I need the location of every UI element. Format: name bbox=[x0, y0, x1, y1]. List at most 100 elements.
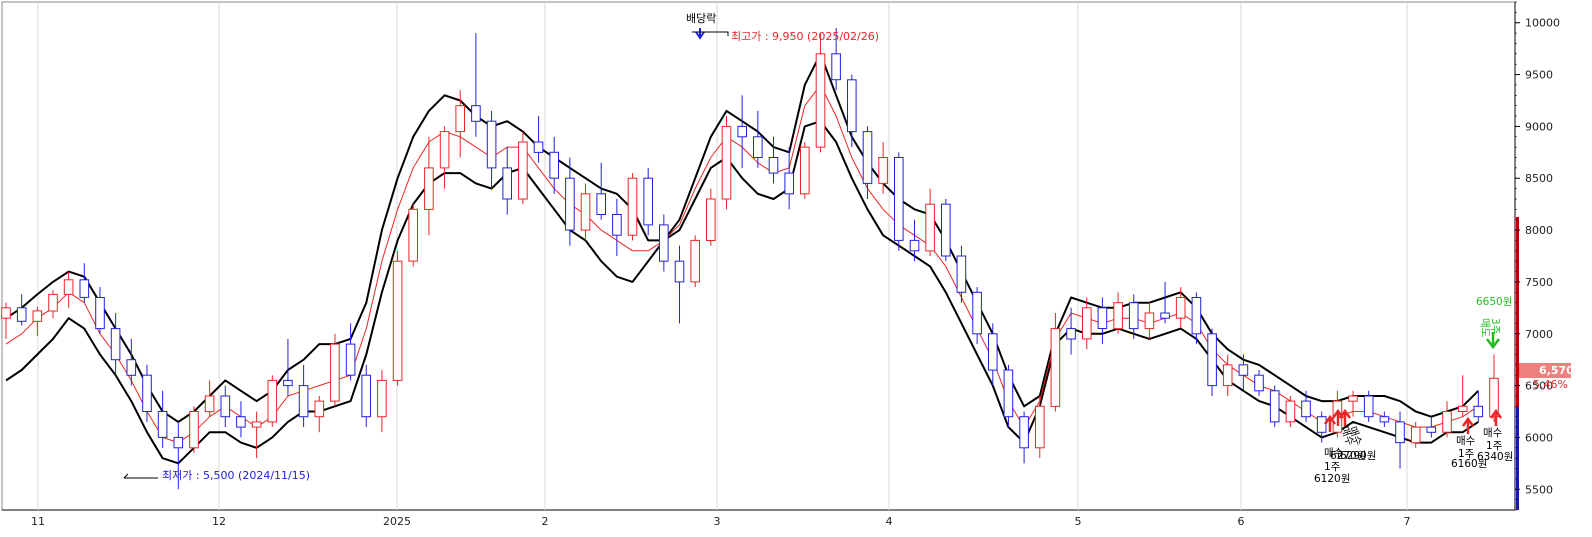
axis-red-strip bbox=[1516, 217, 1519, 407]
candle-body bbox=[1144, 312, 1155, 330]
candle-body bbox=[251, 421, 262, 428]
x-tick-label: 2025 bbox=[383, 515, 411, 528]
candle-body bbox=[173, 436, 184, 449]
candle-body bbox=[110, 328, 121, 361]
candle-body bbox=[1254, 374, 1264, 392]
y-tick-label: 9500 bbox=[1525, 69, 1553, 82]
candle-body bbox=[1019, 416, 1029, 449]
candle-body bbox=[439, 131, 450, 169]
buy5-action: 매수 bbox=[1483, 427, 1503, 439]
x-tick-label: 11 bbox=[31, 515, 45, 528]
candle-body bbox=[95, 297, 105, 330]
candle-body bbox=[831, 53, 841, 81]
candle-body bbox=[878, 157, 888, 184]
candle-body bbox=[424, 167, 434, 210]
candle-body bbox=[126, 359, 137, 376]
candle-body bbox=[1222, 364, 1233, 387]
candle-body bbox=[533, 141, 544, 153]
candle-body bbox=[1113, 302, 1123, 330]
candle-body bbox=[204, 395, 215, 413]
candle-body bbox=[643, 177, 654, 226]
candle-body bbox=[220, 395, 231, 418]
candle-body bbox=[157, 411, 168, 438]
candle-body bbox=[48, 293, 58, 312]
candle-body bbox=[16, 307, 27, 322]
candle-body bbox=[1301, 400, 1311, 418]
candle-body bbox=[63, 279, 74, 295]
candle-body bbox=[455, 105, 465, 133]
candle-body bbox=[674, 260, 685, 283]
candle-body bbox=[894, 157, 904, 241]
dividend-label: 배당락 bbox=[686, 12, 716, 25]
candle-body bbox=[1285, 400, 1296, 423]
y-tick-label: 7000 bbox=[1525, 328, 1553, 341]
buy1-qty: 1주 bbox=[1324, 461, 1341, 473]
candle-body bbox=[815, 53, 826, 148]
candle-body bbox=[236, 416, 246, 428]
candle-body bbox=[1191, 297, 1202, 335]
candle-body bbox=[1050, 328, 1061, 407]
sell-action-label: 매도 bbox=[1479, 318, 1491, 338]
candle-body bbox=[1003, 369, 1014, 418]
candle-body bbox=[1442, 411, 1452, 433]
buy1-price: 6120원 bbox=[1314, 473, 1350, 485]
candle-body bbox=[549, 151, 560, 179]
axis-blue-strip bbox=[1516, 407, 1519, 510]
candle-body bbox=[612, 214, 622, 236]
candle-body bbox=[486, 120, 497, 169]
candle-body bbox=[596, 193, 607, 216]
x-tick-label: 12 bbox=[212, 515, 226, 528]
buy3-price: 6270원 bbox=[1330, 450, 1366, 462]
candle-body bbox=[314, 400, 325, 418]
candle-body bbox=[1379, 416, 1390, 423]
candle-body bbox=[721, 125, 732, 200]
candle-body bbox=[972, 291, 982, 335]
candle-body bbox=[267, 379, 278, 423]
y-tick-label: 5500 bbox=[1525, 483, 1553, 496]
candle-body bbox=[392, 260, 403, 381]
candle-body bbox=[361, 374, 371, 418]
candle-body bbox=[580, 193, 591, 231]
candle-body bbox=[1035, 405, 1045, 449]
sell-price-label: 6650원 bbox=[1476, 296, 1512, 308]
candle-body bbox=[847, 79, 857, 133]
candle-body bbox=[1128, 302, 1139, 330]
candle-body bbox=[1066, 328, 1076, 340]
candle-body bbox=[1082, 307, 1092, 340]
candle-body bbox=[408, 208, 418, 262]
x-tick-label: 2 bbox=[542, 515, 549, 528]
candle-body bbox=[1363, 395, 1374, 418]
candle-body bbox=[565, 177, 575, 231]
candle-body bbox=[706, 198, 716, 241]
candle-body bbox=[862, 131, 873, 184]
candle-body bbox=[298, 385, 309, 418]
y-tick-label: 8000 bbox=[1525, 224, 1553, 237]
candle-body bbox=[330, 343, 340, 402]
candle-body bbox=[1097, 307, 1108, 329]
x-tick-label: 7 bbox=[1404, 515, 1411, 528]
buy4-action: 매수 bbox=[1456, 435, 1476, 447]
candle-body bbox=[1473, 405, 1484, 418]
candle-body bbox=[925, 203, 935, 252]
candle-body bbox=[189, 411, 199, 449]
high-label: 최고가 : 9,950 (2025/02/26) bbox=[731, 30, 879, 43]
low-label: 최저가 : 5,500 (2024/11/15) bbox=[162, 469, 310, 482]
x-tick-label: 6 bbox=[1238, 515, 1245, 528]
candle-body bbox=[659, 224, 669, 262]
y-tick-label: 8500 bbox=[1525, 172, 1553, 185]
candle-body bbox=[142, 374, 152, 413]
candle-body bbox=[909, 239, 920, 252]
last-change-label: 5.46% bbox=[1533, 378, 1568, 391]
candle-body bbox=[737, 125, 748, 138]
buy5-price: 6340원 bbox=[1477, 451, 1513, 463]
y-tick-label: 7500 bbox=[1525, 276, 1553, 289]
x-tick-label: 5 bbox=[1075, 515, 1082, 528]
candle-body bbox=[377, 379, 387, 418]
y-tick-label: 9000 bbox=[1525, 120, 1553, 133]
candle-body bbox=[988, 333, 998, 371]
candle-body bbox=[768, 157, 779, 174]
candle-body bbox=[690, 239, 701, 283]
candle-body bbox=[1175, 297, 1186, 319]
candle-body bbox=[502, 167, 512, 200]
candle-body bbox=[1238, 364, 1249, 376]
